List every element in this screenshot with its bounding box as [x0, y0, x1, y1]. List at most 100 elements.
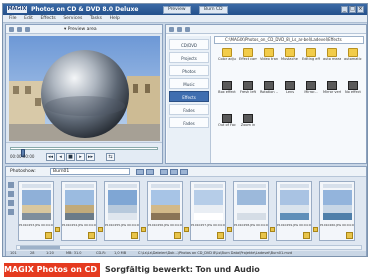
transition-icon[interactable]	[227, 227, 232, 232]
settings-icon[interactable]	[17, 27, 22, 32]
photo-clip[interactable]: P1010256.JPG 00:04:00	[147, 181, 183, 241]
category-projects[interactable]: Projects	[169, 52, 209, 63]
forward-button[interactable]: ▸▸	[86, 153, 95, 161]
clip-controls[interactable]	[22, 184, 51, 188]
zoom-out-icon[interactable]	[8, 191, 14, 197]
open-icon[interactable]	[9, 27, 14, 32]
category-music[interactable]: Music	[169, 78, 209, 89]
clip-effect-icon[interactable]	[174, 232, 181, 239]
photo-clip[interactable]: P1010257.JPG 00:04:00	[190, 181, 226, 241]
clip-controls[interactable]	[237, 184, 266, 188]
menu-tasks[interactable]: Tasks	[90, 15, 102, 23]
remove-icon[interactable]	[8, 209, 14, 215]
clip-controls[interactable]	[280, 184, 309, 188]
status-photos: 28	[30, 251, 35, 255]
play-button[interactable]: ▸	[76, 153, 85, 161]
view-icon[interactable]	[185, 27, 190, 32]
file-item[interactable]: No effect	[344, 81, 362, 109]
rewind-button[interactable]: ◂◂	[46, 153, 55, 161]
menu-file[interactable]: File	[9, 15, 17, 23]
transition-icon[interactable]	[55, 227, 60, 232]
file-item[interactable]: Editing effects	[302, 48, 320, 76]
transition-icon[interactable]	[313, 227, 318, 232]
clip-effect-icon[interactable]	[131, 232, 138, 239]
category-photos[interactable]: Photos	[169, 65, 209, 76]
preview-area-dropdown[interactable]: ▾ Preview area	[64, 26, 97, 33]
file-item[interactable]: Mirror vertically	[323, 81, 341, 109]
position-slider[interactable]	[10, 147, 158, 157]
explorer-toolbar	[166, 25, 366, 34]
clip-controls[interactable]	[151, 184, 180, 188]
file-item[interactable]: Rotation ...	[260, 81, 278, 109]
scroll-thumb[interactable]	[20, 246, 60, 249]
clip-effect-icon[interactable]	[88, 232, 95, 239]
article-caption: MAGIX Photos on CD & DVD Sorgfältig bewe…	[0, 260, 369, 279]
file-item[interactable]: Mustache mov..	[281, 48, 299, 76]
file-item[interactable]: automatic 1	[344, 48, 362, 76]
clip-controls[interactable]	[194, 184, 223, 188]
transition-icon[interactable]	[184, 227, 189, 232]
file-item[interactable]: Out of Focus	[218, 114, 236, 142]
clip-controls[interactable]	[108, 184, 137, 188]
maximize-button[interactable]: □	[349, 6, 356, 13]
clip-controls[interactable]	[323, 184, 352, 188]
file-item[interactable]: Video transit..	[260, 48, 278, 76]
transition-icon[interactable]	[98, 227, 103, 232]
file-item[interactable]: Lens	[281, 81, 299, 109]
delete-icon[interactable]	[180, 169, 188, 175]
tab-preview[interactable]: Preview	[163, 6, 191, 14]
clip-effect-icon[interactable]	[346, 232, 353, 239]
add-icon[interactable]	[8, 200, 14, 206]
timecode: 00:00:00:00	[10, 154, 35, 159]
storyboard-scrollbar[interactable]	[16, 245, 362, 250]
category-fades-2[interactable]: Fades	[169, 117, 209, 128]
tab-burn-cd[interactable]: Burn CD	[199, 6, 228, 14]
file-item[interactable]: Mirror...	[302, 81, 320, 109]
file-item[interactable]: Box effect	[218, 81, 236, 109]
clip-effect-icon[interactable]	[217, 232, 224, 239]
photo-clip[interactable]: P1010259.JPG 00:04:00	[276, 181, 312, 241]
photo-clip[interactable]: P1010258.JPG 00:04:00	[233, 181, 269, 241]
menu-help[interactable]: Help	[110, 15, 120, 23]
file-item[interactable]: Zoom in	[239, 114, 257, 142]
close-button[interactable]: ×	[357, 6, 364, 13]
menu-edit[interactable]: Edit	[24, 15, 33, 23]
back-icon[interactable]	[169, 27, 174, 32]
photo-clip[interactable]: P1010260.JPG 00:04:00	[319, 181, 355, 241]
photo-clip[interactable]: P1010255.JPG 00:04:00	[104, 181, 140, 241]
effect-icon	[285, 81, 295, 90]
category-cd-dvd[interactable]: CD/DVD	[169, 39, 209, 50]
clip-effect-icon[interactable]	[45, 232, 52, 239]
file-item[interactable]: Effect combi..	[239, 48, 257, 76]
photo-clip[interactable]: P1010253.JPG 00:04:00	[18, 181, 54, 241]
file-item[interactable]: Fresh left	[239, 81, 257, 109]
path-field[interactable]: C:\MAGIX\Photos_on_CD_DVD_8\_Ls_ar-bel\L…	[214, 36, 364, 44]
category-fades[interactable]: Fades	[169, 104, 209, 115]
save-icon[interactable]	[25, 27, 30, 32]
minimize-button[interactable]: _	[341, 6, 348, 13]
preview-toolbar: ▾ Preview area	[6, 25, 162, 34]
cut-icon[interactable]	[160, 169, 168, 175]
category-effects[interactable]: Effects	[169, 91, 209, 102]
transition-icon[interactable]	[270, 227, 275, 232]
menu-services[interactable]: Services	[63, 15, 82, 23]
file-item[interactable]: auto measure	[323, 48, 341, 76]
status-media-size: 1,0 MB	[114, 251, 127, 255]
clip-effect-icon[interactable]	[303, 232, 310, 239]
prev-button[interactable]: ◂	[56, 153, 65, 161]
up-icon[interactable]	[177, 27, 182, 32]
file-item[interactable]: Color adjustm.	[218, 48, 236, 76]
storyboard-view-icon[interactable]	[136, 169, 144, 175]
clip-controls[interactable]	[65, 184, 94, 188]
file-name: Color adjustm.	[218, 57, 236, 61]
loop-button[interactable]: ⇆	[106, 153, 115, 161]
clip-effect-icon[interactable]	[260, 232, 267, 239]
photoshow-select[interactable]: Burn01	[50, 168, 130, 175]
timeline-view-icon[interactable]	[146, 169, 154, 175]
stop-button[interactable]: ■	[66, 153, 75, 161]
copy-icon[interactable]	[170, 169, 178, 175]
menu-effects[interactable]: Effects	[40, 15, 55, 23]
photo-clip[interactable]: P1010254.JPG 00:04:00	[61, 181, 97, 241]
transition-icon[interactable]	[141, 227, 146, 232]
zoom-in-icon[interactable]	[8, 182, 14, 188]
